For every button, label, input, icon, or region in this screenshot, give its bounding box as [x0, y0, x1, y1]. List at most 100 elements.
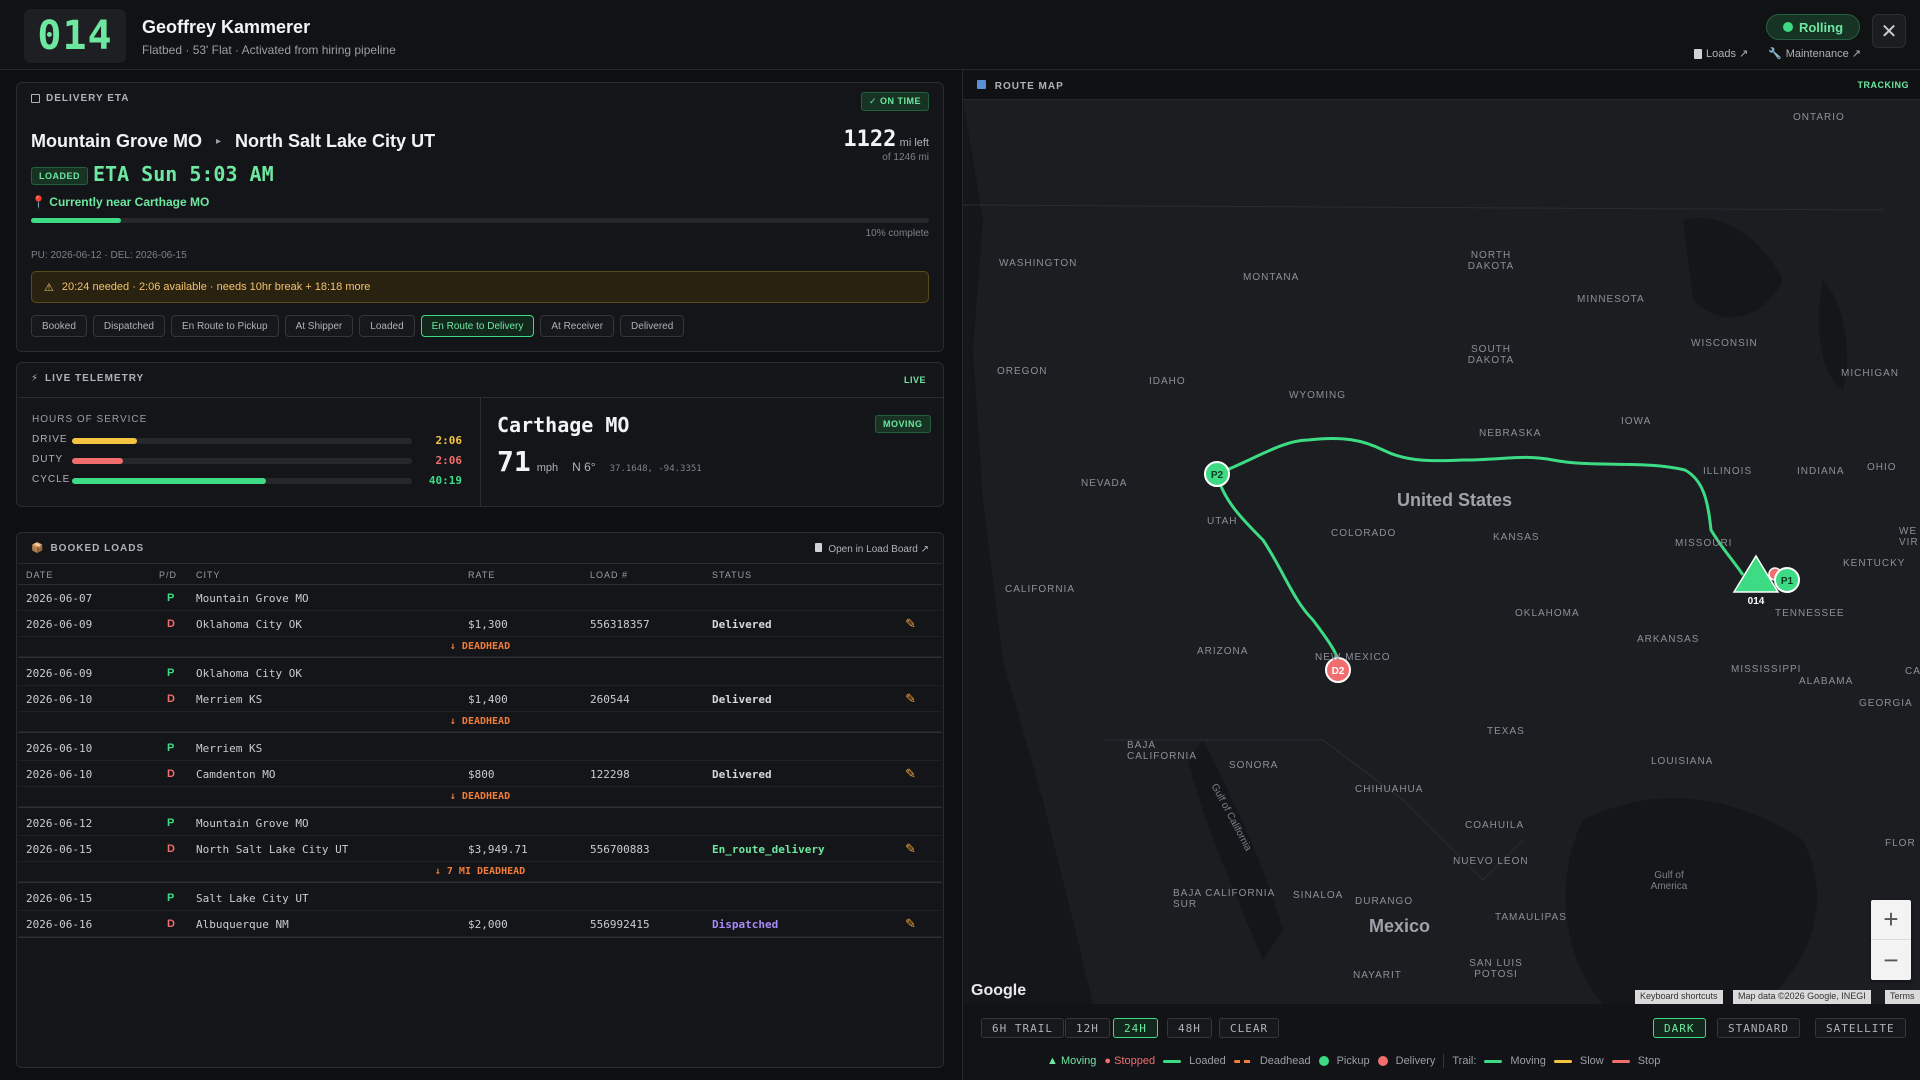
- row-city: Mountain Grove MO: [196, 817, 309, 830]
- row-status: Delivered: [712, 768, 772, 781]
- table-row[interactable]: 2026-06-09 P Oklahoma City OK: [18, 660, 942, 686]
- map-base: P2 D2 P1 014: [963, 100, 1884, 1004]
- panel-title: ⚡ LIVE TELEMETRY: [31, 373, 144, 384]
- status-step-en-route-to-pickup[interactable]: En Route to Pickup: [170, 315, 279, 337]
- map-style-button-dark[interactable]: DARK: [1653, 1018, 1706, 1038]
- row-date: 2026-06-09: [26, 618, 93, 631]
- route-map-title: ROUTE MAP: [994, 81, 1064, 92]
- row-city: Oklahoma City OK: [196, 618, 302, 631]
- warning-icon: ⚠: [44, 281, 54, 294]
- maintenance-link-label: Maintenance ↗: [1785, 48, 1861, 60]
- trail-button-6h-trail[interactable]: 6H TRAIL: [981, 1018, 1064, 1038]
- map-label-kansas: KANSAS: [1493, 532, 1540, 543]
- panel-title: 📦 BOOKED LOADS: [31, 543, 144, 554]
- hos-warning: ⚠ 20:24 needed · 2:06 available · needs …: [31, 271, 929, 303]
- edit-pencil-icon[interactable]: ✎: [905, 916, 916, 932]
- table-row[interactable]: 2026-06-15 D North Salt Lake City UT $3,949…: [18, 836, 942, 862]
- trail-button-clear[interactable]: CLEAR: [1219, 1018, 1280, 1038]
- terms-link[interactable]: Terms: [1885, 990, 1920, 1004]
- legend-delivery: Delivery: [1395, 1055, 1436, 1067]
- status-step-booked[interactable]: Booked: [31, 315, 87, 337]
- live-telemetry-title: LIVE TELEMETRY: [45, 373, 145, 384]
- map-label-missouri: MISSOURI: [1675, 538, 1733, 549]
- row-load-number: 556992415: [590, 918, 650, 931]
- map-label-ca: CA: [1905, 666, 1920, 677]
- document-icon: [1694, 48, 1702, 59]
- keyboard-shortcuts-link[interactable]: Keyboard shortcuts: [1635, 990, 1723, 1004]
- map-label-michigan: MICHIGAN: [1841, 368, 1899, 379]
- map-label-sonora: SONORA: [1229, 760, 1279, 771]
- hos-bar: [72, 458, 412, 464]
- legend-loaded: Loaded: [1189, 1055, 1226, 1067]
- map-label-iowa: IOWA: [1621, 416, 1652, 427]
- edit-pencil-icon[interactable]: ✎: [905, 766, 916, 782]
- pin-icon: 📍: [31, 195, 46, 209]
- status-step-dispatched[interactable]: Dispatched: [92, 315, 165, 337]
- close-button[interactable]: ✕: [1872, 14, 1906, 48]
- trail-button-24h[interactable]: 24H: [1113, 1018, 1158, 1038]
- table-row[interactable]: 2026-06-09 D Oklahoma City OK $1,300 5563183…: [18, 611, 942, 637]
- map-label-indiana: INDIANA: [1797, 466, 1845, 477]
- row-load-number: 260544: [590, 693, 630, 706]
- table-row[interactable]: 2026-06-16 D Albuquerque NM $2,000 556992415…: [18, 911, 942, 937]
- map-label-louisiana: LOUISIANA: [1651, 756, 1714, 767]
- col-pd: P/D: [159, 570, 178, 580]
- row-pd: D: [167, 918, 175, 930]
- edit-pencil-icon[interactable]: ✎: [905, 691, 916, 707]
- hos-label: CYCLE: [32, 474, 71, 485]
- status-step-delivered[interactable]: Delivered: [620, 315, 685, 337]
- gulf-america-water: [1565, 798, 1818, 1004]
- table-row[interactable]: 2026-06-10 D Camdenton MO $800 122298 Deliver…: [18, 761, 942, 787]
- table-row[interactable]: 2026-06-10 D Merriem KS $1,400 260544 Deliver…: [18, 686, 942, 712]
- map-label-oregon: OREGON: [997, 366, 1048, 377]
- map-label-arizona: ARIZONA: [1197, 646, 1249, 657]
- hos-bar-fill: [72, 458, 123, 464]
- row-pd: P: [167, 742, 175, 754]
- row-pd: P: [167, 592, 175, 604]
- group-divider: [18, 882, 942, 883]
- status-step-loaded[interactable]: Loaded: [359, 315, 415, 337]
- table-row[interactable]: 2026-06-12 P Mountain Grove MO: [18, 810, 942, 836]
- trip-progress-bar: [31, 218, 929, 223]
- col-status: STATUS: [712, 570, 753, 580]
- open-load-board-link[interactable]: Open in Load Board ↗: [814, 543, 929, 555]
- map-label-west-virginia: WE VIR: [1899, 526, 1919, 548]
- load-state-badge: LOADED: [31, 167, 88, 185]
- edit-pencil-icon[interactable]: ✎: [905, 616, 916, 632]
- map-style-button-satellite[interactable]: SATELLITE: [1815, 1018, 1906, 1038]
- trail-button-48h[interactable]: 48H: [1167, 1018, 1212, 1038]
- hos-label: DRIVE: [32, 434, 68, 445]
- hos-row-cycle: CYCLE 40:19: [32, 474, 462, 488]
- unit-number-badge: 014: [24, 9, 126, 63]
- lake-superior: [1683, 218, 1783, 318]
- legend-divider: [1443, 1054, 1445, 1068]
- legend-trail-stop-icon: [1611, 1059, 1630, 1063]
- status-step-en-route-to-delivery[interactable]: En Route to Delivery: [420, 315, 535, 337]
- row-city: Merriem KS: [196, 693, 263, 706]
- map-label-united-states: United States: [1397, 490, 1513, 510]
- deadhead-row: ↓ DEADHEAD: [18, 637, 942, 657]
- row-rate: $1,400: [468, 693, 508, 706]
- map-style-button-standard[interactable]: STANDARD: [1717, 1018, 1800, 1038]
- maintenance-link[interactable]: 🔧 Maintenance ↗: [1768, 47, 1861, 60]
- status-step-at-shipper[interactable]: At Shipper: [284, 315, 354, 337]
- zoom-out-button[interactable]: −: [1871, 940, 1911, 980]
- current-location-text: Currently near Carthage MO: [49, 195, 210, 209]
- edit-pencil-icon[interactable]: ✎: [905, 841, 916, 857]
- table-row[interactable]: 2026-06-07 P Mountain Grove MO: [18, 585, 942, 611]
- table-row[interactable]: 2026-06-10 P Merriem KS: [18, 735, 942, 761]
- table-row[interactable]: 2026-06-15 P Salt Lake City UT: [18, 885, 942, 911]
- map-label-oklahoma: OKLAHOMA: [1515, 608, 1580, 619]
- hos-label: DUTY: [32, 454, 64, 465]
- map-legend: ▲ Moving ● Stopped Loaded Deadhead Picku…: [1047, 1054, 1660, 1068]
- pickup-delivery-dates: PU: 2026-06-12 · DEL: 2026-06-15: [31, 250, 187, 261]
- row-pd: D: [167, 768, 175, 780]
- zoom-in-button[interactable]: +: [1871, 900, 1911, 940]
- hos-row-drive: DRIVE 2:06: [32, 434, 462, 448]
- map-canvas[interactable]: P2 D2 P1 014 ONTARIO WASHINGTON MONTANA …: [963, 100, 1920, 1004]
- legend-pickup: Pickup: [1336, 1055, 1370, 1067]
- trail-button-12h[interactable]: 12H: [1065, 1018, 1110, 1038]
- loads-link[interactable]: Loads ↗: [1694, 47, 1748, 60]
- route-title: Mountain Grove MO ▸ North Salt Lake City…: [31, 131, 435, 152]
- status-step-at-receiver[interactable]: At Receiver: [540, 315, 615, 337]
